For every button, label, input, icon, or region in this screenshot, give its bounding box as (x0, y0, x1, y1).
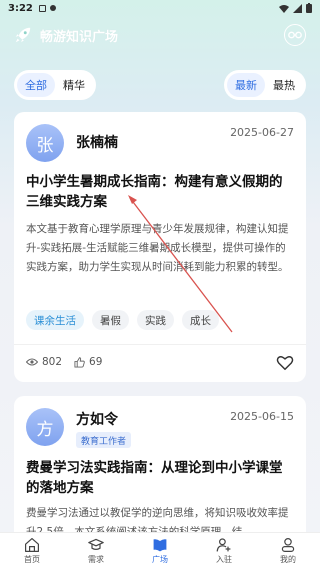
glasses-icon (288, 31, 302, 39)
wifi-icon (279, 4, 289, 13)
avatar[interactable]: 张 (26, 124, 64, 162)
nav-join-label: 入驻 (216, 554, 232, 564)
user-add-icon (216, 537, 231, 551)
rocket-icon (15, 27, 31, 43)
glasses-button[interactable] (284, 24, 306, 46)
tag-item[interactable]: 实践 (137, 310, 174, 330)
post-card[interactable]: 张 张楠楠 2025-06-27 中小学生暑期成长指南：构建有意义假期的三维实践… (14, 112, 306, 382)
nav-mine-label: 我的 (280, 554, 296, 564)
tag-item[interactable]: 课余生活 (26, 310, 84, 330)
notification-icon (38, 4, 46, 12)
status-time: 3:22 (8, 2, 33, 14)
view-count-value: 802 (42, 356, 63, 368)
home-icon (25, 537, 39, 552)
sort-filter: 最新 最热 (224, 70, 306, 100)
notification-dot-icon (49, 5, 56, 11)
thumbs-up-icon (74, 356, 85, 368)
tag-item[interactable]: 暑假 (92, 310, 129, 330)
signal-icon (293, 3, 302, 13)
tag-item[interactable]: 成长 (182, 310, 219, 330)
category-filter: 全部 精华 (14, 70, 96, 100)
nav-needs-label: 需求 (88, 554, 104, 564)
author-name: 方如令 (76, 412, 118, 428)
author-name: 张楠楠 (76, 135, 118, 151)
nav-square[interactable]: 广场 (128, 533, 192, 568)
nav-mine[interactable]: 我的 (256, 533, 320, 568)
app-bar: 畅游知识广场 (0, 18, 320, 52)
post-date: 2025-06-27 (230, 126, 294, 139)
like-count: 69 (74, 356, 102, 368)
nav-join[interactable]: 入驻 (192, 533, 256, 568)
view-count: 802 (26, 356, 62, 368)
app-title: 畅游知识广场 (40, 29, 119, 45)
profile-icon (281, 537, 295, 552)
status-notification-icons (38, 4, 56, 12)
divider (14, 344, 306, 345)
post-stats: 802 69 (26, 356, 102, 368)
book-icon (153, 538, 167, 551)
role-badge: 教育工作者 (76, 432, 132, 448)
post-title[interactable]: 费曼学习法实践指南：从理论到中小学课堂的落地方案 (26, 458, 294, 498)
tag-list: 课余生活 暑假 实践 成长 (26, 310, 219, 330)
post-title[interactable]: 中小学生暑期成长指南：构建有意义假期的三维实践方案 (26, 172, 294, 212)
nav-needs[interactable]: 需求 (64, 533, 128, 568)
status-system-icons (279, 3, 312, 13)
heart-icon[interactable] (276, 354, 294, 372)
nav-home[interactable]: 首页 (0, 533, 64, 568)
filter-all[interactable]: 全部 (17, 73, 55, 97)
battery-icon (306, 3, 312, 13)
status-bar: 3:22 (0, 0, 320, 16)
bottom-nav: 首页 需求 广场 入驻 我的 (0, 532, 320, 568)
post-description: 本文基于教育心理学原理与青少年发展规律，构建认知提升-实践拓展-生活赋能三维暑期… (26, 223, 289, 273)
sort-hottest[interactable]: 最热 (265, 73, 303, 97)
like-count-value: 69 (89, 356, 103, 368)
post-date: 2025-06-15 (230, 410, 294, 423)
sort-latest[interactable]: 最新 (227, 73, 265, 97)
nav-home-label: 首页 (24, 554, 40, 564)
graduation-cap-icon (88, 538, 104, 550)
nav-square-label: 广场 (152, 554, 168, 564)
filter-row: 全部 精华 最新 最热 (14, 70, 306, 100)
eye-icon (26, 358, 38, 366)
filter-featured[interactable]: 精华 (55, 73, 93, 97)
avatar[interactable]: 方 (26, 408, 64, 446)
